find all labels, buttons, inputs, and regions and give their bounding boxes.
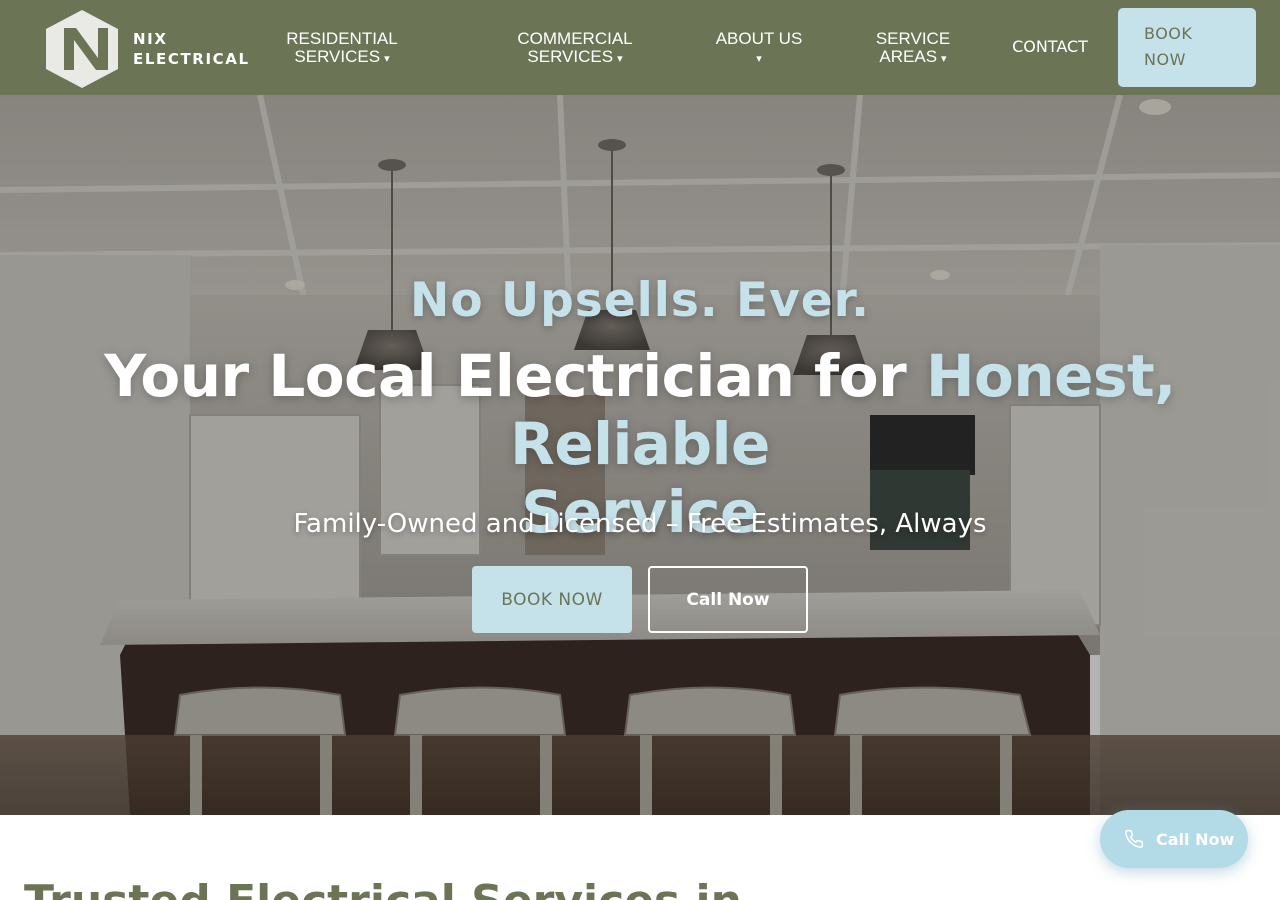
- chevron-down-icon: ▾: [941, 53, 947, 65]
- hero-title-plain: Your Local Electrician for: [104, 342, 907, 410]
- hero-book-now-button[interactable]: BOOK NOW: [472, 566, 632, 633]
- logo-line-electrical: ELECTRICAL: [133, 50, 250, 68]
- hero-subtitle: Family-Owned and Licensed – Free Estimat…: [293, 509, 987, 539]
- site-header: NIX ELECTRICAL RESIDENTIAL SERVICES ▾ COM…: [0, 0, 1280, 95]
- nav-residential-label-line2: SERVICES: [294, 47, 381, 66]
- nav-commercial-label-line1: COMMERCIAL: [517, 29, 633, 48]
- nix-electrical-logo[interactable]: NIX ELECTRICAL: [42, 8, 248, 90]
- nav-contact[interactable]: CONTACT: [1000, 38, 1100, 56]
- hero-call-now-button[interactable]: Call Now: [648, 566, 808, 633]
- chevron-down-icon: ▾: [617, 53, 623, 65]
- chevron-down-icon: ▾: [756, 53, 762, 65]
- nav-commercial-label-line2: SERVICES: [527, 47, 614, 66]
- nav-about-us[interactable]: ABOUT US ▾: [709, 30, 809, 68]
- nav-service-areas[interactable]: SERVICE AREAS ▾: [868, 30, 958, 68]
- book-now-line1: BOOK: [1144, 24, 1193, 43]
- hero-section: No Upsells. Ever. Your Local Electrician…: [0, 95, 1280, 815]
- chevron-down-icon: ▾: [384, 53, 390, 65]
- floating-call-label: Call Now: [1156, 829, 1235, 849]
- nav-residential-services[interactable]: RESIDENTIAL SERVICES ▾: [282, 30, 402, 68]
- logo-hexagon-icon: [46, 10, 118, 88]
- floating-call-now-button[interactable]: Call Now: [1100, 810, 1248, 868]
- nav-areas-label-line1: SERVICE: [875, 29, 951, 48]
- logo-line-nix: NIX: [133, 30, 168, 48]
- logo-wordmark: NIX ELECTRICAL: [133, 29, 250, 69]
- nav-about-label: ABOUT US: [715, 29, 803, 48]
- nav-commercial-services[interactable]: COMMERCIAL SERVICES ▾: [515, 30, 635, 68]
- phone-icon: [1124, 829, 1144, 849]
- nav-areas-label-line2: AREAS: [879, 47, 938, 66]
- book-now-line2: NOW: [1144, 50, 1186, 69]
- nav-residential-label-line1: RESIDENTIAL: [286, 29, 398, 48]
- hero-eyebrow: No Upsells. Ever.: [409, 273, 870, 328]
- header-book-now-button[interactable]: BOOK NOW: [1118, 8, 1256, 87]
- section-heading: Trusted Electrical Services in: [24, 876, 742, 900]
